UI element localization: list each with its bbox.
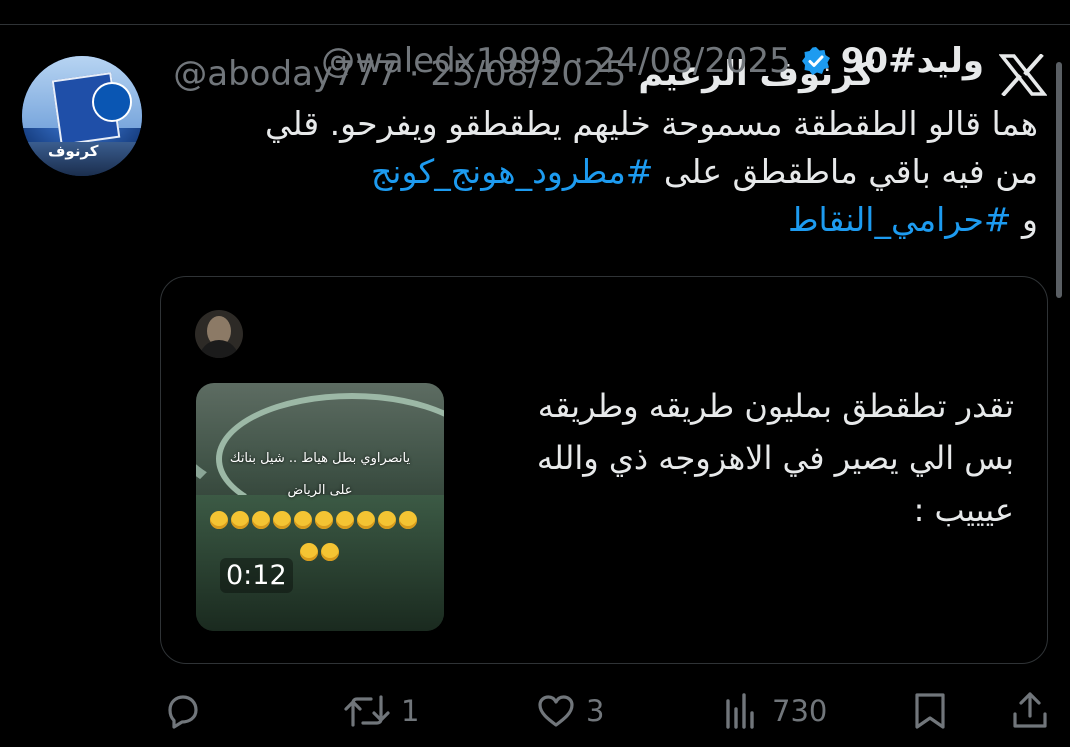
- tweet-line-1-text: هما قالو الطقطقة مسموحة خليهم يطقطقو ويف…: [264, 104, 1038, 143]
- verified-badge-icon: [801, 47, 830, 75]
- quoted-author-avatar[interactable]: [195, 310, 243, 358]
- tweet-line-1: هما قالو الطقطقة مسموحة خليهم يطقطقو ويف…: [178, 100, 1038, 148]
- tweet-screen: كرنوف كرنوف الزعيم @aboday777 · 25/08/20…: [0, 0, 1070, 747]
- hashtag-link-1[interactable]: #مطرود_هونج_كونج: [371, 152, 653, 191]
- retweet-icon: [344, 695, 390, 727]
- retweet-button[interactable]: 1: [343, 688, 419, 734]
- quoted-line-3: عيييب :: [913, 491, 1014, 529]
- emoji-icon: [300, 543, 318, 561]
- like-button[interactable]: 3: [536, 688, 604, 734]
- video-thumbnail[interactable]: يانصراوي بطل هياط .. شيل بناتك على الريا…: [196, 383, 444, 631]
- video-caption-2: على الرياض: [287, 483, 353, 498]
- emoji-icon: [315, 511, 333, 529]
- quoted-tweet-body: تقدر تطقطق بمليون طريقه وطريقه بس الي يص…: [494, 380, 1014, 536]
- emoji-icon: [357, 511, 375, 529]
- reply-button[interactable]: [162, 688, 212, 734]
- emoji-icon: [321, 543, 339, 561]
- quoted-tweet-header: وليد#90 @waledx1999 · 24/08/2025: [321, 37, 984, 85]
- x-logo-icon[interactable]: [999, 54, 1047, 96]
- views-button[interactable]: 730: [722, 688, 827, 734]
- q-avatar-body: [199, 340, 239, 358]
- quoted-author-name[interactable]: وليد#90: [841, 41, 984, 81]
- share-icon[interactable]: [1010, 690, 1050, 730]
- emoji-icon: [273, 511, 291, 529]
- reply-icon: [168, 695, 198, 729]
- video-caption-1: يانصراوي بطل هياط .. شيل بناتك: [229, 451, 411, 466]
- divider: [0, 24, 1070, 25]
- scrollbar[interactable]: [1056, 62, 1062, 298]
- action-bar: 1 3 730: [0, 688, 1070, 734]
- hashtag-link-2[interactable]: #حرامي_النقاط: [788, 200, 1012, 239]
- emoji-icon: [210, 511, 228, 529]
- emoji-row-2: [300, 543, 339, 561]
- like-icon: [538, 695, 574, 727]
- emoji-icon: [294, 511, 312, 529]
- retweet-count: 1: [401, 694, 420, 728]
- video-duration: 0:12: [220, 558, 293, 593]
- emoji-icon: [378, 511, 396, 529]
- avatar-crest: [92, 82, 132, 122]
- emoji-row-1: [210, 511, 417, 529]
- tweet-line-2: من فيه باقي ماطقطق على #مطرود_هونج_كونج: [178, 148, 1038, 196]
- author-avatar[interactable]: كرنوف: [22, 56, 142, 176]
- like-count: 3: [586, 694, 605, 728]
- tweet-body: هما قالو الطقطقة مسموحة خليهم يطقطقو ويف…: [178, 100, 1038, 244]
- quoted-line-1: تقدر تطقطق بمليون طريقه وطريقه: [537, 387, 1014, 425]
- avatar-text: كرنوف: [48, 142, 99, 160]
- quoted-handle-date[interactable]: @waledx1999 · 24/08/2025: [321, 41, 791, 81]
- emoji-icon: [336, 511, 354, 529]
- tweet-line-3-text: و: [1011, 200, 1038, 239]
- bookmark-icon[interactable]: [912, 691, 948, 731]
- emoji-icon: [399, 511, 417, 529]
- quoted-line-2: بس الي يصير في الاهزوجه ذي والله: [536, 439, 1014, 477]
- tweet-line-2-text: من فيه باقي ماطقطق على: [653, 152, 1038, 191]
- views-count: 730: [772, 694, 828, 728]
- views-icon: [726, 693, 754, 729]
- emoji-icon: [252, 511, 270, 529]
- emoji-icon: [231, 511, 249, 529]
- tweet-line-3: و #حرامي_النقاط: [178, 196, 1038, 244]
